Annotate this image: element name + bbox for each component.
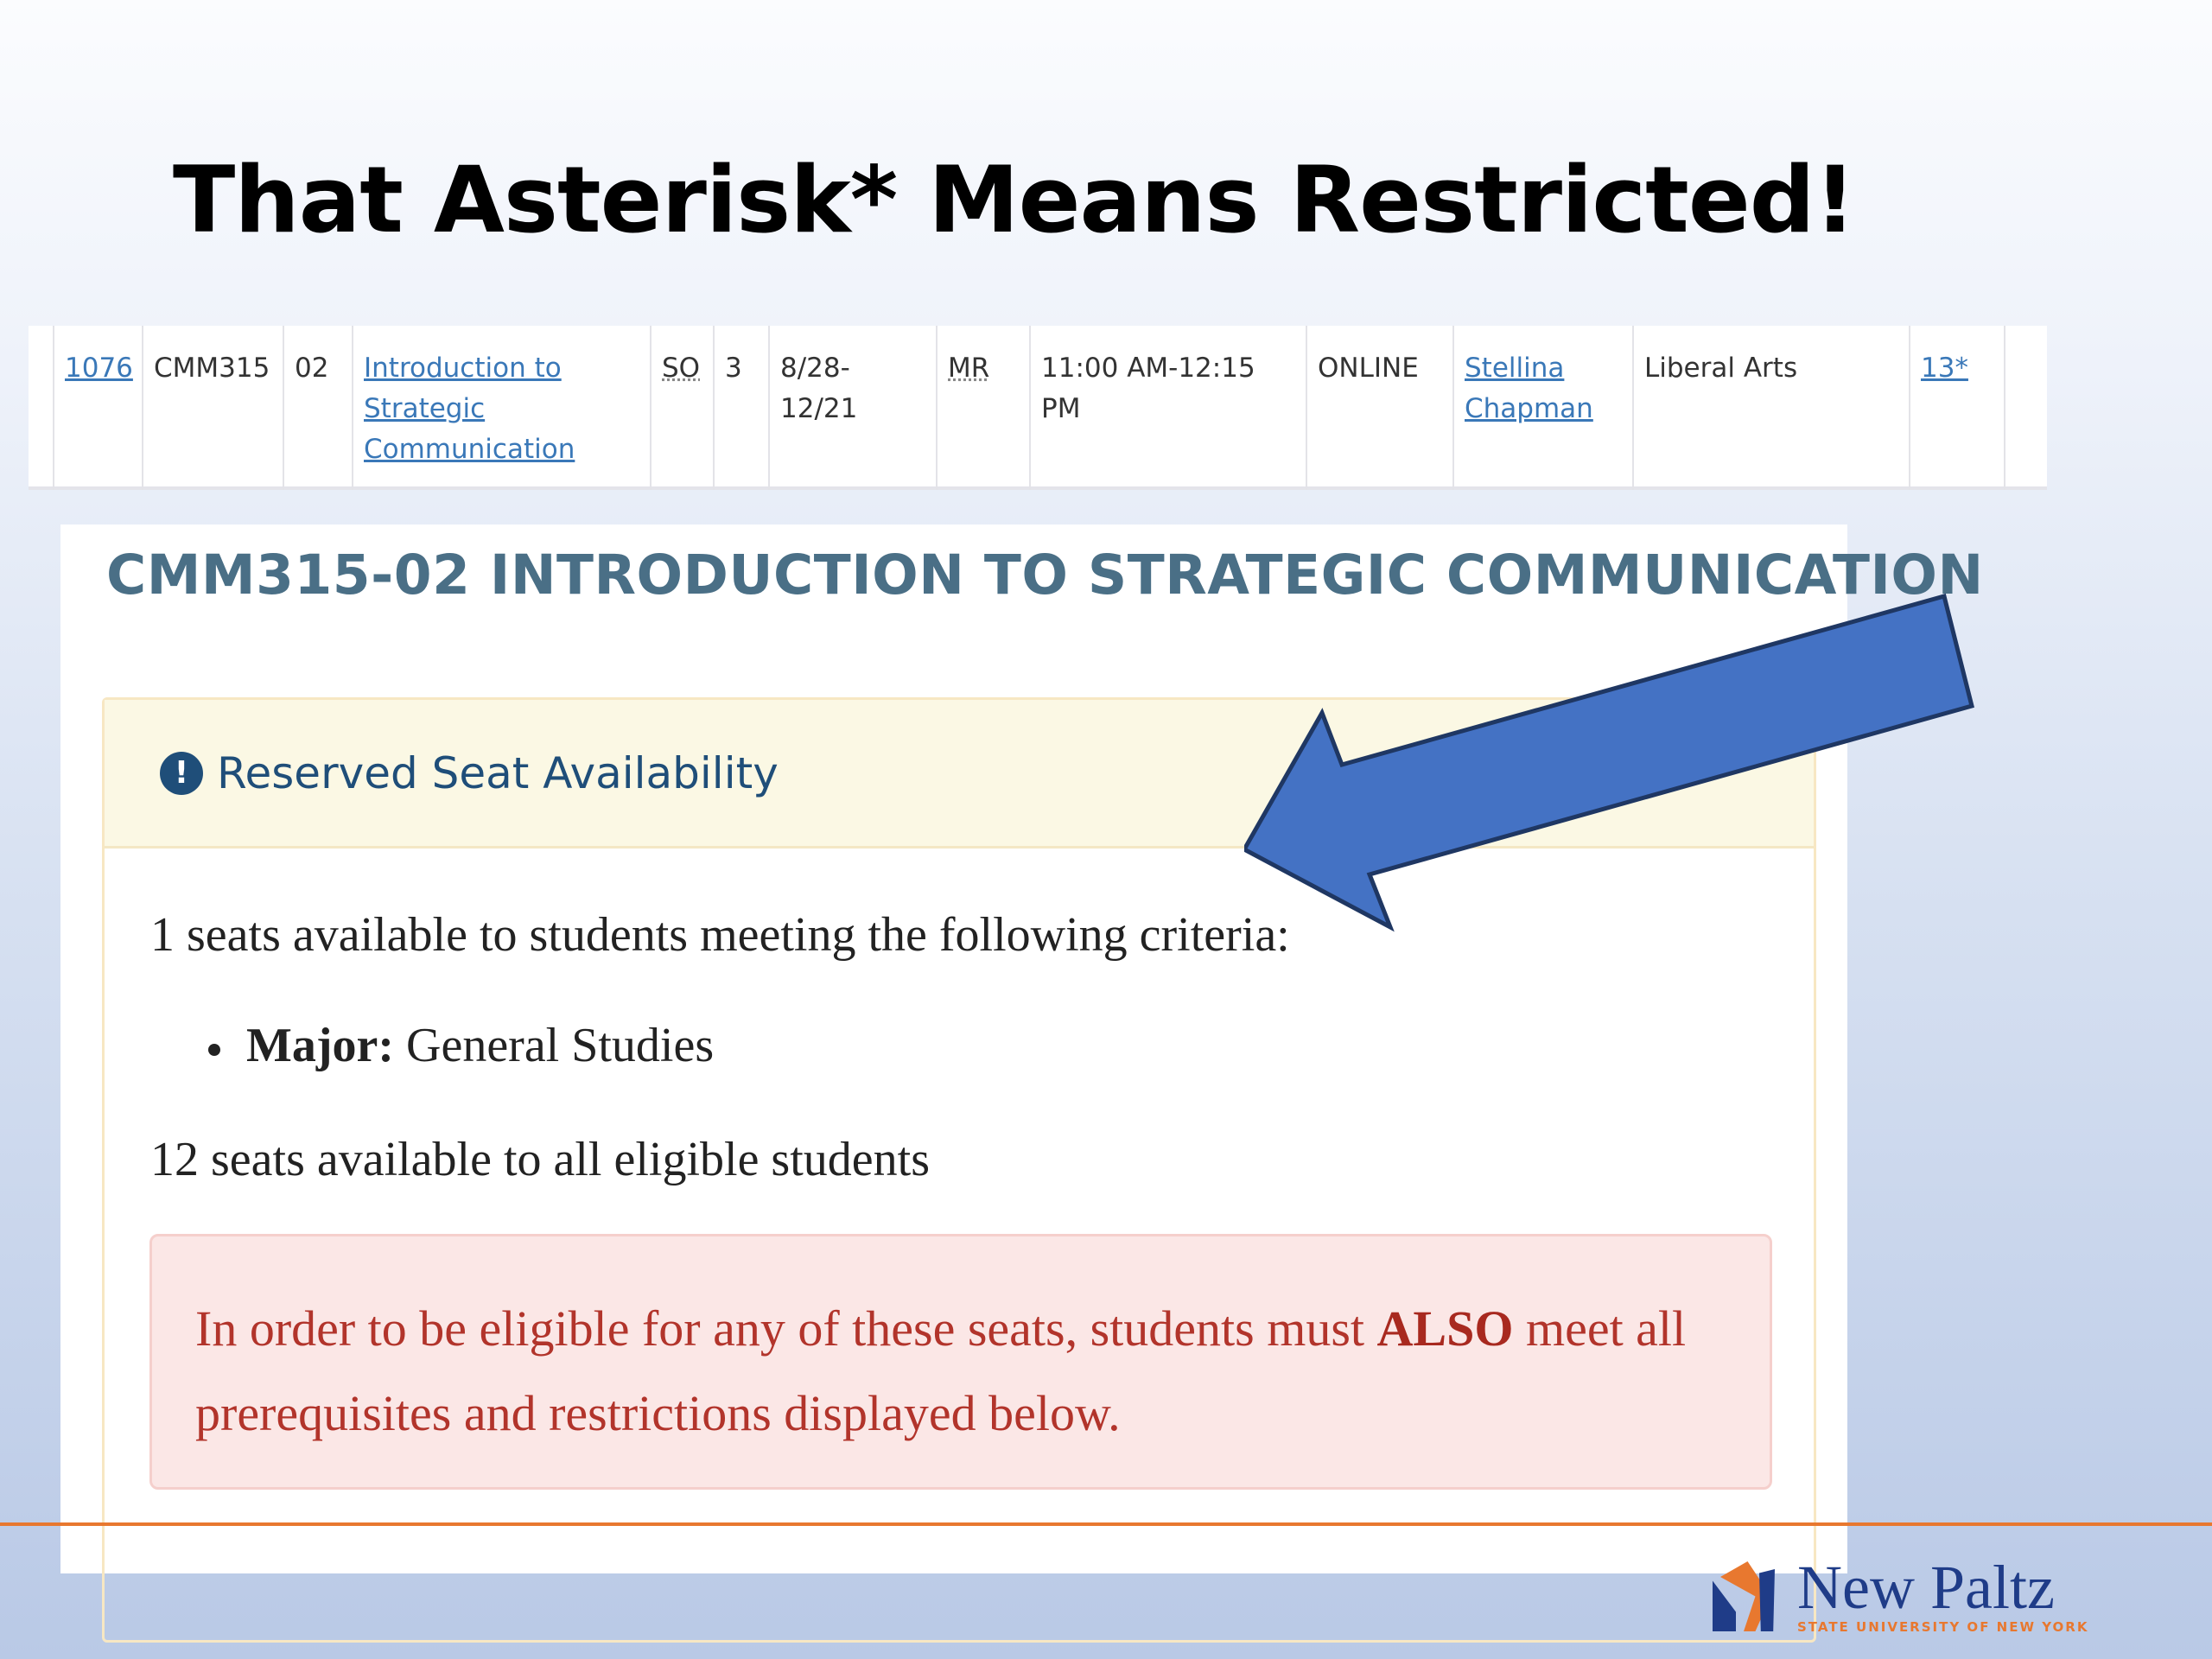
bullet-icon [208, 1044, 220, 1057]
section: 02 [283, 326, 353, 490]
category: Liberal Arts [1632, 326, 1910, 490]
dates: 8/28-12/21 [768, 326, 938, 490]
course-row-screenshot: 1076 CMM315 02 Introduction to Strategic… [29, 326, 2047, 490]
criteria-list: Major: General Studies [208, 1018, 714, 1073]
general-seats-text: 12 seats available to all eligible stude… [150, 1133, 930, 1186]
crn-link[interactable]: 1076 [65, 353, 133, 384]
eligibility-alert: In order to be eligible for any of these… [149, 1234, 1772, 1490]
alert-emphasis: ALSO [1376, 1300, 1514, 1357]
logo-wordmark: New Paltz [1797, 1553, 2055, 1622]
new-paltz-logo-icon [1713, 1561, 1775, 1631]
location: ONLINE [1306, 326, 1454, 490]
criteria-label: Major: [246, 1019, 395, 1072]
list-item: Major: General Studies [208, 1018, 714, 1073]
instructor-link[interactable]: Stellina Chapman [1465, 353, 1593, 424]
criteria-value: General Studies [406, 1019, 715, 1072]
course-table: 1076 CMM315 02 Introduction to Strategic… [53, 326, 2005, 490]
seats-link[interactable]: 13* [1921, 353, 1968, 384]
slide-title: That Asterisk* Means Restricted! [173, 147, 1856, 253]
days-abbr[interactable]: MR [948, 353, 989, 384]
level-abbr[interactable]: SO [662, 353, 700, 384]
footer-rule [0, 1522, 2212, 1526]
credits: 3 [713, 326, 770, 490]
criteria-text: 1 seats available to students meeting th… [150, 908, 1290, 962]
reserved-seat-title: Reserved Seat Availability [217, 747, 779, 798]
logo-subtitle: STATE UNIVERSITY OF NEW YORK [1797, 1619, 2089, 1635]
exclamation-circle-icon: ! [160, 751, 203, 795]
pointer-arrow-icon [1244, 593, 1975, 932]
course-code: CMM315 [142, 326, 284, 490]
table-row: 1076 CMM315 02 Introduction to Strategic… [53, 326, 2005, 490]
time: 11:00 AM-12:15 PM [1029, 326, 1307, 490]
course-title-link[interactable]: Introduction to Strategic Communication [364, 353, 575, 465]
